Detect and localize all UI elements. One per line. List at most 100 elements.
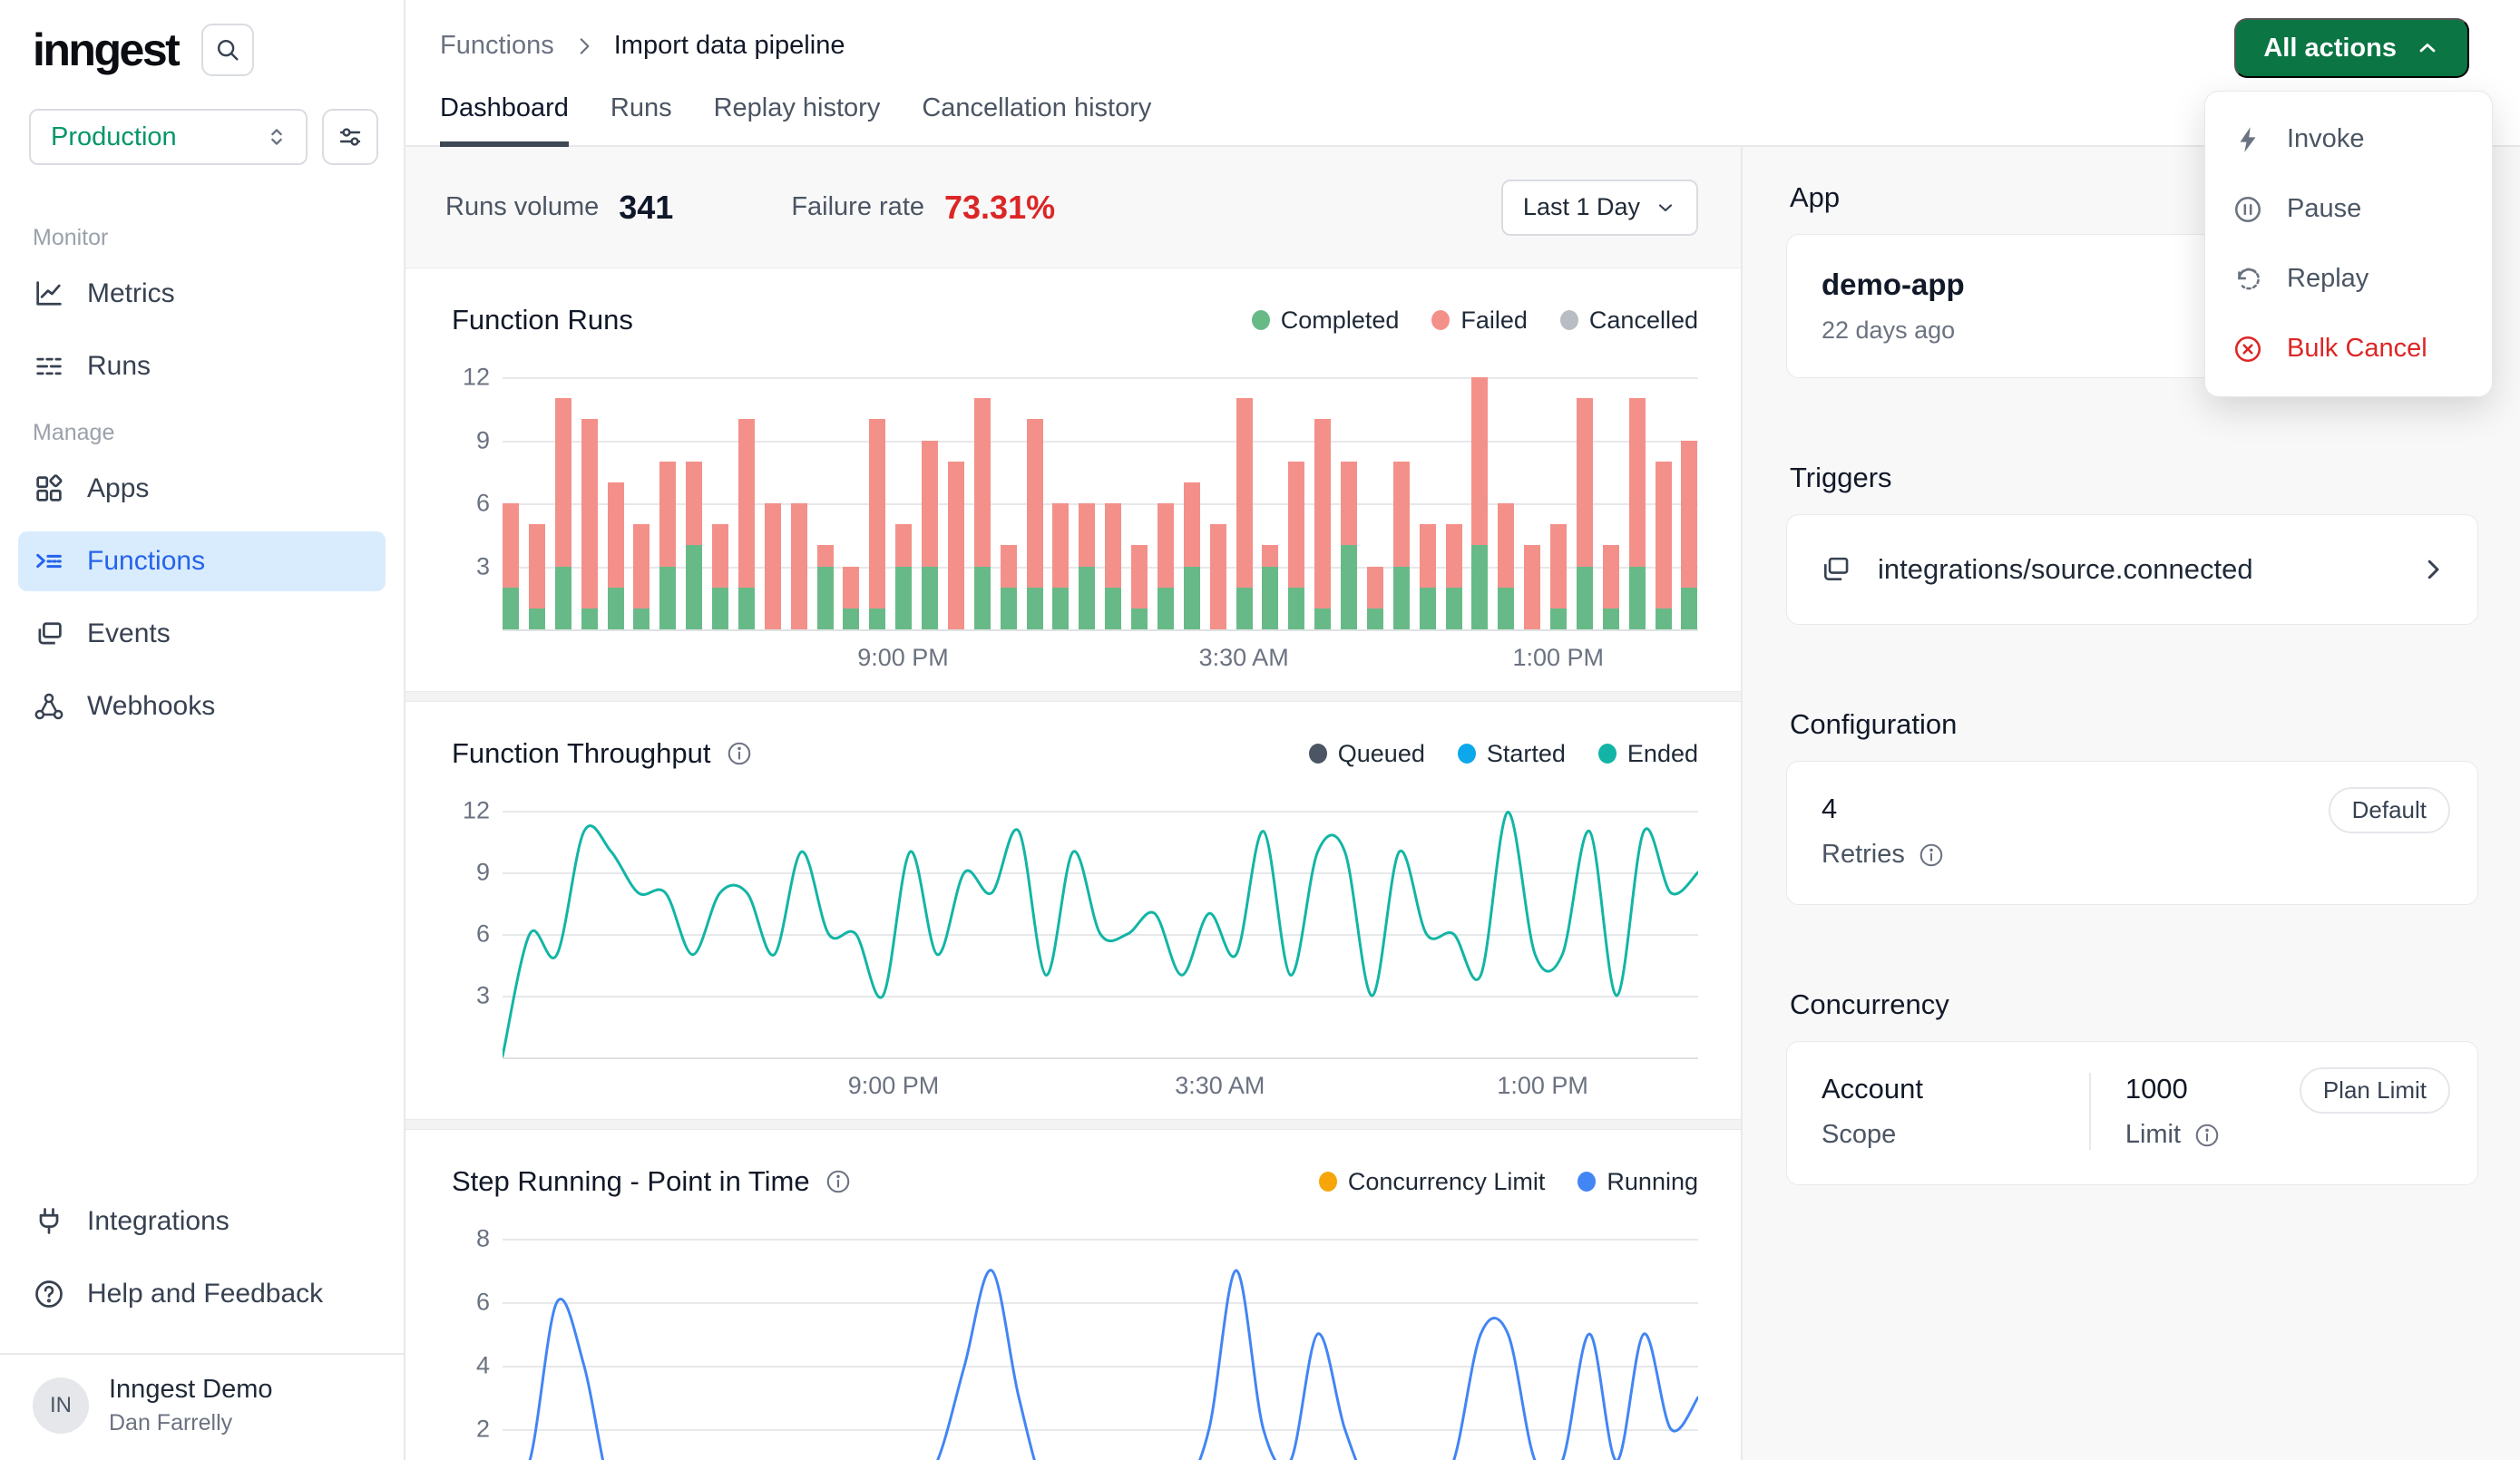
bar — [1184, 377, 1200, 629]
bar — [948, 377, 964, 629]
user-subtitle: Dan Farrelly — [109, 1410, 273, 1436]
y-axis-tick: 3 — [450, 982, 490, 1010]
legend-item: Failed — [1431, 307, 1528, 335]
nav-section-manage: Manage — [33, 420, 386, 446]
chart-title: Function Runs — [452, 304, 633, 336]
retries-label: Retries — [1822, 840, 1905, 870]
legend-item: Started — [1458, 740, 1566, 768]
chart-title: Function Throughput — [452, 737, 753, 770]
functions-prompt-icon — [33, 545, 65, 578]
step-running-plot[interactable]: 8642 — [503, 1239, 1698, 1460]
menu-item-bulk-cancel[interactable]: Bulk Cancel — [2205, 314, 2492, 384]
sidebar-nav: Monitor Metrics Runs Manage — [0, 165, 404, 749]
triggers-heading: Triggers — [1790, 462, 2478, 494]
bar — [581, 377, 598, 629]
webhooks-icon — [33, 690, 65, 723]
info-icon[interactable] — [825, 1168, 852, 1195]
gridline — [503, 1057, 1698, 1059]
environment-select[interactable]: Production — [29, 109, 308, 165]
runs-volume-stat: Runs volume 341 — [445, 189, 673, 227]
bar — [1656, 377, 1672, 629]
metrics-chart-icon — [33, 277, 65, 310]
environment-select-value: Production — [51, 122, 177, 152]
environment-filter-button[interactable] — [322, 109, 378, 165]
limit-label: Limit — [2125, 1120, 2181, 1150]
bar — [686, 377, 702, 629]
nav-section-monitor: Monitor — [33, 225, 386, 251]
search-icon — [214, 36, 241, 63]
sidebar-item-webhooks[interactable]: Webhooks — [18, 676, 386, 736]
search-button[interactable] — [201, 24, 254, 76]
sidebar-item-label: Integrations — [87, 1206, 230, 1237]
bar — [974, 377, 991, 629]
all-actions-dropdown: Invoke Pause Replay Bulk Cancel — [2204, 91, 2493, 397]
retries-card: 4 Retries Default — [1786, 761, 2478, 905]
sidebar-item-apps[interactable]: Apps — [18, 459, 386, 519]
concurrency-section: Concurrency Account Scope 1000 Limit Pla… — [1786, 988, 2478, 1185]
configuration-section: Configuration 4 Retries Default — [1786, 708, 2478, 905]
sidebar-item-help[interactable]: Help and Feedback — [18, 1264, 386, 1324]
menu-item-invoke[interactable]: Invoke — [2205, 104, 2492, 174]
legend-label: Cancelled — [1589, 307, 1698, 335]
sliders-icon — [336, 122, 365, 151]
bar — [1681, 377, 1697, 629]
menu-item-label: Bulk Cancel — [2287, 334, 2427, 364]
time-range-button[interactable]: Last 1 Day — [1501, 180, 1698, 236]
info-icon[interactable] — [2193, 1122, 2221, 1149]
legend-dot — [1431, 310, 1450, 330]
user-name: Inngest Demo — [109, 1375, 273, 1405]
scope-label: Scope — [1822, 1120, 1896, 1150]
function-throughput-legend: QueuedStartedEnded — [1309, 740, 1698, 768]
function-throughput-plot[interactable]: 12963 9:00 PM3:30 AM1:00 PM — [503, 811, 1698, 1057]
menu-item-label: Invoke — [2287, 124, 2364, 154]
sidebar-item-events[interactable]: Events — [18, 604, 386, 664]
x-axis-tick: 9:00 PM — [848, 1072, 940, 1100]
tab-dashboard[interactable]: Dashboard — [440, 93, 569, 147]
tab-cancellation-history[interactable]: Cancellation history — [922, 93, 1151, 147]
legend-label: Failed — [1460, 307, 1528, 335]
x-axis-tick: 1:00 PM — [1513, 644, 1605, 672]
bar — [555, 377, 571, 629]
x-axis-tick: 1:00 PM — [1497, 1072, 1588, 1100]
sidebar-item-functions[interactable]: Functions — [18, 531, 386, 591]
legend-label: Queued — [1338, 740, 1425, 768]
bar — [1157, 377, 1174, 629]
avatar: IN — [33, 1377, 89, 1434]
apps-grid-icon — [33, 472, 65, 505]
menu-item-replay[interactable]: Replay — [2205, 244, 2492, 314]
tab-replay-history[interactable]: Replay history — [714, 93, 881, 147]
sidebar-item-label: Metrics — [87, 278, 175, 309]
sidebar-item-metrics[interactable]: Metrics — [18, 264, 386, 324]
info-icon[interactable] — [1918, 842, 1945, 869]
help-circle-icon — [33, 1278, 65, 1310]
legend-dot — [1598, 744, 1617, 764]
trigger-card[interactable]: integrations/source.connected — [1786, 514, 2478, 625]
menu-item-pause[interactable]: Pause — [2205, 174, 2492, 244]
y-axis-tick: 6 — [450, 920, 490, 949]
function-runs-legend: CompletedFailedCancelled — [1252, 307, 1698, 335]
bar — [1001, 377, 1017, 629]
bar — [1341, 377, 1357, 629]
bar — [1446, 377, 1462, 629]
sidebar-item-label: Events — [87, 618, 171, 649]
sidebar-item-runs[interactable]: Runs — [18, 336, 386, 396]
inngest-logo: inngest — [33, 24, 178, 76]
info-icon[interactable] — [726, 740, 753, 767]
all-actions-button[interactable]: All actions — [2234, 18, 2469, 78]
bar — [1131, 377, 1148, 629]
bar — [817, 377, 834, 629]
sidebar-item-integrations[interactable]: Integrations — [18, 1192, 386, 1251]
user-menu[interactable]: IN Inngest Demo Dan Farrelly — [0, 1355, 404, 1460]
y-axis-tick: 3 — [450, 552, 490, 580]
tab-runs[interactable]: Runs — [610, 93, 672, 147]
dashboard-main: Runs volume 341 Failure rate 73.31% Last… — [405, 147, 1741, 1460]
triggers-section: Triggers integrations/source.connected — [1786, 462, 2478, 625]
function-runs-plot[interactable]: 12963 9:00 PM3:30 AM1:00 PM — [503, 377, 1698, 629]
sidebar-item-label: Runs — [87, 351, 151, 382]
x-axis-tick: 3:30 AM — [1199, 644, 1289, 672]
step-running-legend: Concurrency LimitRunning — [1319, 1168, 1698, 1196]
scope-value: Account — [1822, 1073, 2055, 1105]
configuration-heading: Configuration — [1790, 708, 2478, 741]
bar — [712, 377, 728, 629]
breadcrumb-parent[interactable]: Functions — [440, 31, 554, 61]
